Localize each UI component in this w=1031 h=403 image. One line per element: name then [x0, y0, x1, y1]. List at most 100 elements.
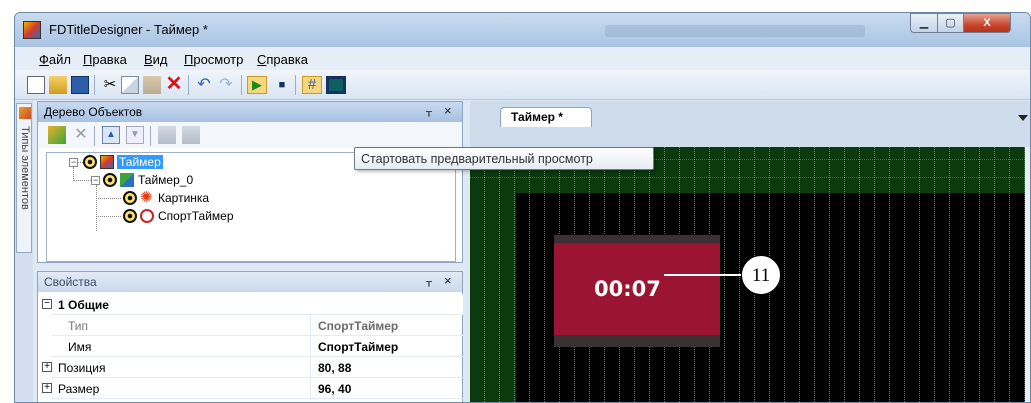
- grid-line: [904, 147, 905, 402]
- play-icon[interactable]: ▶: [247, 76, 267, 94]
- grid-line: [979, 147, 980, 402]
- column-divider: [310, 378, 311, 399]
- menu-file[interactable]: Файл: [39, 52, 71, 67]
- element-types-icon: [19, 107, 31, 119]
- close-icon[interactable]: ×: [444, 103, 452, 118]
- tooltip: Стартовать предварительный просмотр: [354, 147, 654, 170]
- clock-icon: [140, 209, 154, 223]
- tooltip-text: Стартовать предварительный просмотр: [361, 152, 593, 166]
- side-tab-element-types[interactable]: Типы элементов: [16, 103, 32, 253]
- grid-line: [784, 147, 785, 402]
- tree-connector: [96, 198, 121, 199]
- property-name: Размер: [58, 382, 100, 396]
- menu-bar: Файл Правка Вид Просмотр Справка: [15, 47, 1030, 70]
- menu-edit[interactable]: Правка: [83, 52, 127, 67]
- callout-leader-line: [664, 274, 741, 276]
- visibility-eye-icon[interactable]: [123, 191, 137, 205]
- move-up-icon[interactable]: ▲: [102, 126, 120, 144]
- copy-icon[interactable]: [121, 76, 139, 94]
- vertical-scrollbar[interactable]: [1025, 147, 1030, 402]
- collapse-icon[interactable]: −: [42, 299, 52, 309]
- collapse-toggle[interactable]: −: [69, 158, 78, 167]
- property-value[interactable]: СпортТаймер: [318, 340, 398, 354]
- expand-icon[interactable]: +: [42, 383, 52, 393]
- property-name: Тип: [68, 319, 89, 333]
- main-toolbar: ✂ ✕ ↶ ↷ ▶ ■ #: [15, 70, 1030, 100]
- grid-line: [829, 147, 830, 402]
- remove-object-icon[interactable]: ✕: [72, 126, 90, 144]
- tree-connector: [96, 216, 121, 217]
- grid-icon[interactable]: #: [302, 76, 322, 94]
- stop-icon[interactable]: ■: [273, 76, 291, 94]
- tree-node-sport-timer[interactable]: СпортТаймер: [123, 208, 253, 225]
- menu-view[interactable]: Вид: [144, 52, 168, 67]
- property-value[interactable]: 96, 40: [318, 382, 351, 396]
- visibility-eye-icon[interactable]: [83, 155, 97, 169]
- properties-header: Свойства ᚁ ×: [38, 272, 462, 292]
- frame-icon[interactable]: [326, 76, 346, 94]
- grid-line: [994, 147, 995, 402]
- side-tab-label: Типы элементов: [19, 126, 31, 210]
- new-icon[interactable]: [27, 76, 45, 94]
- expand-icon[interactable]: +: [42, 362, 52, 372]
- paste-icon[interactable]: [143, 76, 161, 94]
- side-tabstrip: Типы элементов: [15, 101, 33, 402]
- close-icon[interactable]: ×: [444, 273, 452, 288]
- menu-help[interactable]: Справка: [257, 52, 308, 67]
- app-window: FDTitleDesigner - Таймер * ▁ ▢ X Файл Пр…: [14, 12, 1031, 403]
- property-value[interactable]: 80, 88: [318, 361, 351, 375]
- toolbar-separator: [94, 126, 95, 146]
- cut-icon[interactable]: ✂: [101, 76, 119, 94]
- toolbar-separator: [241, 75, 242, 95]
- property-row[interactable]: + Позиция 80, 88: [42, 357, 463, 378]
- column-divider: [310, 315, 311, 336]
- delete-icon[interactable]: ✕: [165, 74, 183, 94]
- tree-node-timer[interactable]: Таймер: [83, 154, 213, 171]
- title-bar: FDTitleDesigner - Таймер * ▁ ▢ X: [15, 13, 1030, 47]
- timer-element[interactable]: 00:07: [554, 235, 720, 347]
- pin-icon[interactable]: ᚁ: [426, 274, 432, 288]
- property-name: Позиция: [58, 361, 106, 375]
- visibility-eye-icon[interactable]: [103, 173, 117, 187]
- property-row[interactable]: + Размер 96, 40: [42, 378, 463, 399]
- add-object-icon[interactable]: [48, 126, 66, 144]
- maximize-button[interactable]: ▢: [937, 13, 964, 33]
- toolbar-separator: [295, 75, 296, 95]
- property-row[interactable]: Тип СпортТаймер: [52, 315, 463, 336]
- grid-line: [514, 147, 515, 402]
- object-tree-title: Дерево Объектов: [44, 105, 143, 119]
- tree-node-picture[interactable]: ✺ Картинка: [123, 190, 253, 207]
- window-title: FDTitleDesigner - Таймер *: [49, 22, 208, 37]
- pin-icon[interactable]: ᚁ: [426, 104, 432, 118]
- import-icon[interactable]: [158, 126, 176, 144]
- chevron-down-icon[interactable]: [1018, 115, 1028, 121]
- object-tree-toolbar: ✕ ▲ ▼: [38, 122, 462, 148]
- export-icon[interactable]: [182, 126, 200, 144]
- redo-icon[interactable]: ↷: [217, 76, 235, 94]
- move-down-icon[interactable]: ▼: [126, 126, 144, 144]
- tree-node-label: Таймер: [117, 155, 163, 169]
- picture-icon: ✺: [140, 189, 153, 206]
- property-row[interactable]: Имя СпортТаймер: [52, 336, 463, 357]
- document-tab[interactable]: Таймер *: [500, 107, 592, 127]
- undo-icon[interactable]: ↶: [195, 76, 213, 94]
- toolbar-separator: [94, 75, 95, 95]
- tree-connector: [96, 185, 97, 231]
- minimize-button[interactable]: ▁: [910, 13, 938, 33]
- app-icon: [23, 21, 41, 39]
- column-divider: [310, 357, 311, 378]
- tree-connector: [73, 180, 91, 181]
- menu-preview[interactable]: Просмотр: [184, 52, 243, 67]
- close-button[interactable]: X: [963, 13, 1011, 33]
- open-icon[interactable]: [49, 76, 67, 94]
- grid-line: [529, 147, 530, 402]
- callout-number: 11: [751, 265, 771, 286]
- collapse-toggle[interactable]: −: [91, 176, 100, 185]
- save-icon[interactable]: [71, 76, 89, 94]
- property-group[interactable]: − 1 Общие: [42, 294, 463, 315]
- visibility-eye-icon[interactable]: [123, 209, 137, 223]
- tree-node-timer-0[interactable]: Таймер_0: [103, 172, 233, 189]
- properties-title: Свойства: [44, 275, 97, 289]
- timer-text: 00:07: [594, 277, 661, 301]
- tree-node-label: Картинка: [158, 191, 210, 205]
